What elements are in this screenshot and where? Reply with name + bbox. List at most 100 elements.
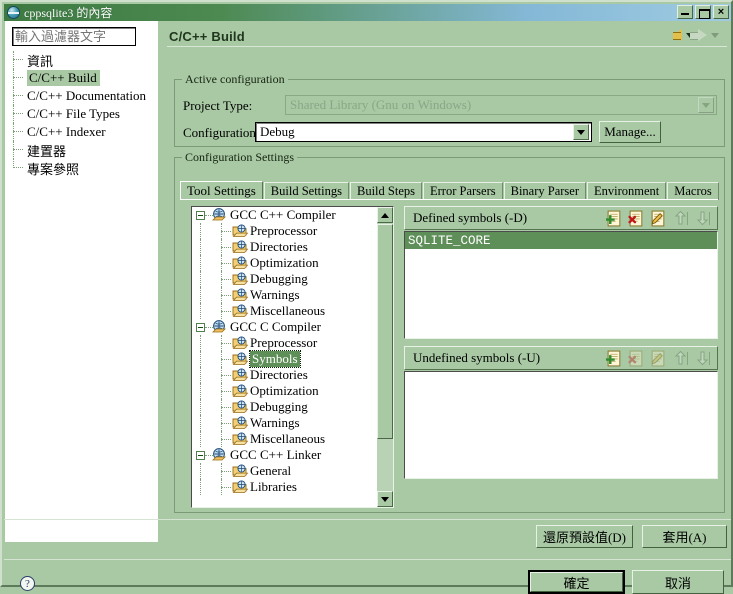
tool-tree-scrollbar[interactable] — [377, 207, 393, 507]
scroll-up-icon[interactable] — [377, 207, 393, 223]
tool-tree-item[interactable]: Debugging — [192, 271, 378, 287]
tab-tool-settings[interactable]: Tool Settings — [180, 181, 263, 200]
sidebar-item-1[interactable]: C/C++ Build — [5, 69, 158, 87]
back-arrow-icon[interactable] — [673, 29, 682, 41]
scroll-down-icon[interactable] — [377, 491, 393, 507]
restore-defaults-button[interactable]: 還原預設值(D) — [536, 525, 633, 548]
tab-build-settings[interactable]: Build Settings — [263, 182, 349, 200]
tool-tree-item-label: Directories — [250, 367, 308, 382]
tree-line — [221, 359, 231, 360]
properties-dialog: cppsqlite3 的內容 × 資訊C/C++ BuildC/C++ Docu… — [0, 0, 733, 594]
defined-symbols-toolbar — [605, 210, 711, 227]
tab-underline — [180, 199, 718, 200]
folder-icon — [232, 400, 249, 414]
tool-tree-item[interactable]: Warnings — [192, 415, 378, 431]
page-nav — [673, 29, 719, 41]
move-down-icon — [694, 350, 711, 367]
tree-line — [221, 407, 231, 408]
collapse-toggle-icon[interactable] — [196, 211, 205, 220]
sidebar-item-6[interactable]: 專案參照 — [5, 159, 158, 177]
tab-label: Environment — [594, 184, 660, 198]
collapse-toggle-icon[interactable] — [196, 323, 205, 332]
minimize-button[interactable] — [677, 5, 693, 19]
project-type-chevron-down-icon — [698, 97, 714, 113]
tree-line — [221, 247, 231, 248]
ok-button[interactable]: 確定 — [528, 570, 625, 594]
undefined-symbols-list[interactable] — [404, 371, 718, 479]
list-item[interactable]: SQLITE_CORE — [405, 232, 717, 249]
move-down-icon — [694, 210, 711, 227]
tree-line — [13, 51, 14, 69]
tool-tree-item[interactable]: Debugging — [192, 399, 378, 415]
tab-error-parsers[interactable]: Error Parsers — [423, 182, 503, 200]
tool-tree-item[interactable]: Preprocessor — [192, 223, 378, 239]
footer-divider-top — [4, 519, 731, 520]
configuration-combo[interactable]: Debug — [255, 122, 592, 142]
tool-tree-item[interactable]: Miscellaneous — [192, 431, 378, 447]
tree-line — [13, 77, 23, 78]
manage-button[interactable]: Manage... — [599, 121, 661, 143]
preference-tree: 資訊 C/C++ Build C/C++ Documentation C/C++ Fi… — [5, 51, 158, 177]
tool-tree-item[interactable]: GCC C++ Compiler — [192, 207, 378, 223]
configuration-value: Debug — [260, 124, 295, 139]
tree-line — [13, 141, 14, 159]
filter-input[interactable] — [12, 27, 136, 46]
tool-tree-item[interactable]: General — [192, 463, 378, 479]
tool-tree-item[interactable]: Optimization — [192, 383, 378, 399]
tool-tree-item[interactable]: Warnings — [192, 287, 378, 303]
configuration-chevron-down-icon[interactable] — [573, 124, 589, 140]
folder-icon — [232, 352, 249, 366]
maximize-button[interactable] — [695, 5, 711, 19]
sidebar-item-2[interactable]: C/C++ Documentation — [5, 87, 158, 105]
settings-tabs: Tool Settings Build Settings Build Steps Er… — [180, 181, 719, 200]
tool-tree-item-label: Symbols — [249, 350, 301, 368]
scrollbar-thumb[interactable] — [377, 224, 393, 439]
apply-button[interactable]: 套用(A) — [642, 525, 727, 548]
tool-tree-item[interactable]: Directories — [192, 367, 378, 383]
tree-line — [13, 87, 14, 105]
tab-environment[interactable]: Environment — [587, 182, 667, 200]
edit-symbol-icon[interactable] — [650, 210, 667, 227]
tab-build-steps[interactable]: Build Steps — [350, 182, 422, 200]
sidebar-item-5[interactable]: 建置器 — [5, 141, 158, 159]
tab-macros[interactable]: Macros — [667, 182, 719, 200]
tree-line — [221, 231, 231, 232]
tool-tree-item-label: Warnings — [250, 415, 300, 430]
tree-line — [13, 113, 23, 114]
tree-line — [200, 255, 201, 271]
tool-tree-item[interactable]: Libraries — [192, 479, 378, 495]
tool-tree-item[interactable]: Symbols — [192, 350, 378, 368]
tree-line — [200, 223, 201, 239]
cancel-button[interactable]: 取消 — [632, 570, 724, 594]
collapse-toggle-icon[interactable] — [196, 451, 205, 460]
tab-label: Tool Settings — [187, 183, 256, 198]
sidebar-item-label: C/C++ Build — [27, 70, 100, 86]
close-icon: × — [717, 5, 725, 18]
tree-line — [13, 59, 23, 60]
folder-icon — [232, 464, 249, 478]
add-symbol-icon[interactable] — [605, 350, 623, 367]
tool-tree-panel[interactable]: GCC C++ Compiler Preprocessor Directories O… — [191, 206, 394, 508]
folder-icon — [232, 336, 249, 350]
tree-line — [200, 383, 201, 399]
sidebar-item-4[interactable]: C/C++ Indexer — [5, 123, 158, 141]
tool-tree-item[interactable]: Miscellaneous — [192, 303, 378, 319]
tab-binary-parser[interactable]: Binary Parser — [503, 182, 586, 200]
defined-symbols-list[interactable]: SQLITE_CORE — [404, 231, 718, 339]
tree-line — [221, 263, 231, 264]
tool-tree-item[interactable]: GCC C++ Linker — [192, 447, 378, 463]
add-symbol-icon[interactable] — [605, 210, 623, 227]
help-icon[interactable]: ? — [20, 576, 35, 591]
tool-tree-item[interactable]: Optimization — [192, 255, 378, 271]
tree-line — [200, 367, 201, 383]
delete-symbol-icon[interactable] — [628, 210, 645, 227]
close-button[interactable]: × — [713, 5, 729, 19]
title-bar[interactable]: cppsqlite3 的內容 × — [4, 4, 731, 21]
footer-divider-bottom — [4, 559, 731, 560]
tool-tree-item[interactable]: GCC C Compiler — [192, 319, 378, 335]
sidebar-item-3[interactable]: C/C++ File Types — [5, 105, 158, 123]
tool-tree-item[interactable]: Preprocessor — [192, 335, 378, 351]
sidebar-item-0[interactable]: 資訊 — [5, 51, 158, 69]
tree-line — [221, 471, 231, 472]
tool-tree-item[interactable]: Directories — [192, 239, 378, 255]
